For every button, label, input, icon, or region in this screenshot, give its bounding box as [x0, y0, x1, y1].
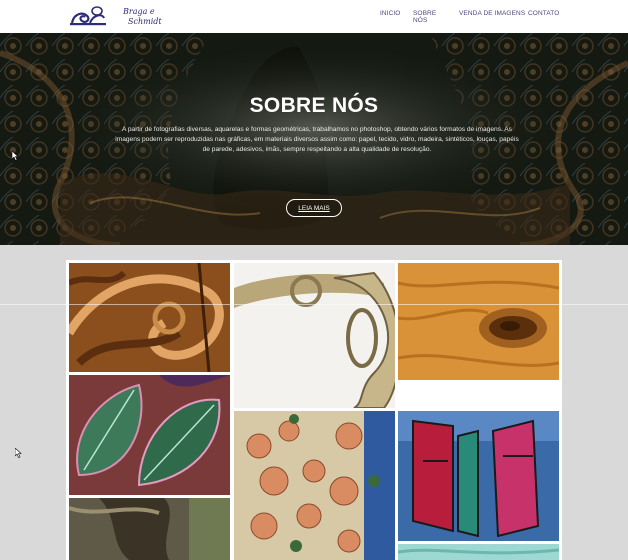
stained-glass-image	[398, 411, 559, 541]
image-gallery	[66, 260, 562, 560]
gallery-tile-floral[interactable]	[234, 411, 395, 560]
brass-horn-image	[234, 263, 395, 408]
mouse-cursor-icon	[15, 448, 22, 458]
svg-text:Braga e: Braga e	[122, 7, 155, 16]
wood-grain-image	[398, 263, 559, 380]
carved-wood-image	[69, 263, 230, 372]
gallery-tile-carved-wood[interactable]	[69, 263, 230, 372]
site-header: Braga e Schmidt INICIO SOBRE NÓS VENDA D…	[0, 0, 628, 33]
gallery-tile-stained-glass[interactable]	[398, 411, 559, 541]
hero-title: SOBRE NÓS	[249, 94, 379, 117]
read-more-button[interactable]: LEIA MAIS	[286, 199, 342, 217]
mouse-cursor-icon	[12, 151, 19, 161]
hero-section: SOBRE NÓS A partir de fotografias divers…	[0, 33, 628, 245]
floral-pattern-image	[234, 411, 395, 560]
gallery-tile-tree[interactable]	[69, 498, 230, 560]
nav-item-inicio[interactable]: INICIO	[380, 10, 400, 17]
svg-text:Schmidt: Schmidt	[128, 17, 162, 26]
scroll-guide-line	[0, 304, 628, 305]
gallery-tile-horn[interactable]	[234, 263, 395, 408]
hero-description: A partir de fotografias diversas, aquare…	[115, 126, 519, 153]
gallery-tile-aqua[interactable]	[398, 544, 559, 560]
nav-item-contato[interactable]: CONTATO	[528, 10, 559, 17]
nav-item-venda-de-imagens[interactable]: VENDA DE IMAGENS	[459, 10, 525, 17]
tree-trunk-image	[69, 498, 230, 560]
brand-logo[interactable]: Braga e Schmidt	[68, 3, 168, 29]
nav-item-sobre-nos[interactable]: SOBRE NÓS	[413, 10, 436, 24]
leaf-pattern-image	[69, 375, 230, 495]
gallery-tile-wood-grain[interactable]	[398, 263, 559, 380]
gallery-tile-leaves[interactable]	[69, 375, 230, 495]
aqua-texture-image	[398, 544, 559, 560]
